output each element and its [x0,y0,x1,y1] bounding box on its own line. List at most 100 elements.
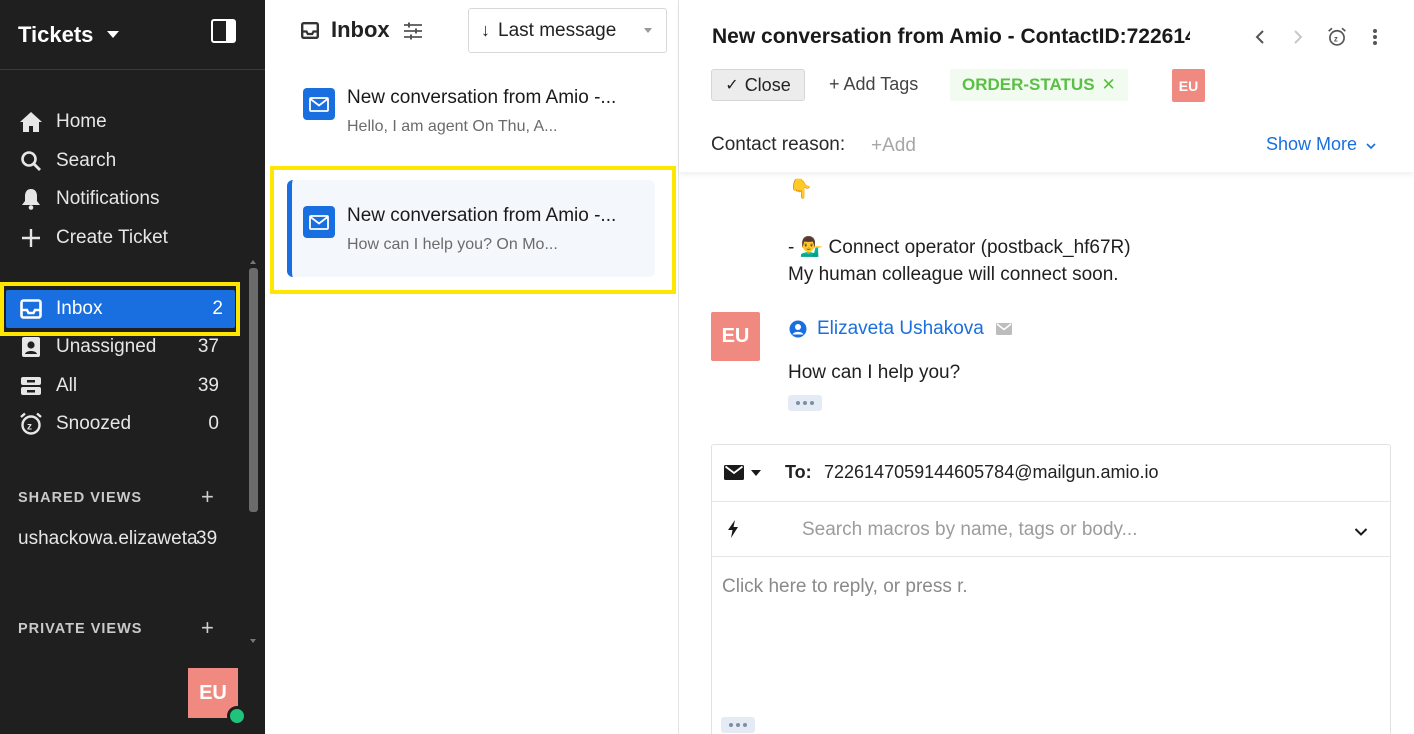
contact-reason-add[interactable]: +Add [871,135,916,157]
add-tags-button[interactable]: + Add Tags [829,74,918,95]
app: Tickets Home Search Notifications Create… [0,0,1414,734]
view-snoozed-label: Snoozed [56,413,132,435]
to-field[interactable]: 7226147059144605784@mailgun.amio.io [824,462,1159,483]
tag-label: ORDER-STATUS [962,75,1095,94]
reply-editor[interactable]: Click here to reply, or press r. [722,576,968,598]
ticket-detail: New conversation from Amio - ContactID:7… [679,0,1414,734]
home-icon [18,111,44,133]
to-label: To: [785,462,812,482]
nav-search-label: Search [56,149,117,171]
sidebar-scrollbar[interactable] [249,268,258,512]
view-snoozed[interactable]: z Snoozed 0 [0,405,265,444]
svg-text:z: z [1334,34,1338,43]
view-all[interactable]: All 39 [0,367,265,406]
macro-search-input[interactable]: Search macros by name, tags or body... [802,519,1137,541]
chevron-down-icon[interactable] [1354,524,1368,542]
svg-text:z: z [27,422,32,433]
ticket-header: New conversation from Amio - ContactID:7… [679,0,1414,172]
search-icon [18,150,44,172]
contact-card-icon [18,336,44,358]
view-inbox-count: 2 [212,298,223,319]
ticket-list: Inbox ↓ Last message New conversation fr… [265,0,679,734]
lightning-icon [727,520,739,543]
add-tags-label: Add Tags [843,74,919,94]
message-body: How can I help you? [788,362,961,383]
ticket-preview: Hello, I am agent On Thu, A... [347,118,558,135]
nav-notifications-label: Notifications [56,188,160,210]
ticket-preview: How can I help you? On Mo... [347,236,558,253]
agent-avatar: EU [711,312,760,361]
nav-home-label: Home [56,111,107,133]
plus-icon [18,227,44,249]
scroll-up-arrow[interactable] [250,260,256,264]
filter-sliders-icon[interactable] [403,22,423,45]
bell-icon [18,188,44,211]
message-author[interactable]: Elizaveta Ushakova [789,318,1012,340]
private-views-label: PRIVATE VIEWS [18,621,143,637]
message-line: - 💁‍♂️ Connect operator (postback_hf67R) [788,237,1131,258]
email-icon [303,206,335,238]
show-more-link[interactable]: Show More [1266,134,1376,155]
ticket-subject[interactable]: New conversation from Amio - ContactID:7… [712,25,1190,49]
shared-views-label: SHARED VIEWS [18,490,142,506]
check-icon: ✓ [725,77,739,94]
list-title: Inbox [331,17,390,42]
add-private-view-icon[interactable]: + [201,617,214,639]
chevron-down-icon [644,28,652,33]
next-ticket-icon[interactable] [1287,26,1309,48]
arrow-down-icon: ↓ [481,20,490,40]
view-unassigned[interactable]: Unassigned 37 [0,328,265,367]
contact-reason-label: Contact reason: [711,134,846,155]
inbox-icon [18,298,44,320]
inbox-icon [301,22,320,44]
chevron-down-icon [1366,143,1376,150]
email-icon [303,88,335,120]
message-emoji: 👇 [789,179,813,200]
sort-dropdown[interactable]: ↓ Last message [468,8,667,53]
close-ticket-button[interactable]: ✓ Close [711,69,805,101]
message-line: My human colleague will connect soon. [788,264,1119,285]
view-inbox[interactable]: Inbox 2 [6,290,235,328]
expand-quote-button[interactable] [788,395,822,411]
recipient-row: To: 7226147059144605784@mailgun.amio.io [712,445,1390,502]
nav-create-ticket-label: Create Ticket [56,226,168,248]
reply-composer: To: 7226147059144605784@mailgun.amio.io … [711,444,1391,734]
nav-notifications[interactable]: Notifications [0,180,265,219]
nav-create-ticket[interactable]: Create Ticket [0,219,265,258]
toggle-sidebar-icon[interactable] [211,19,236,43]
expand-quote-button[interactable] [721,717,755,733]
alarm-clock-icon: z [18,412,44,435]
ticket-item-selected[interactable]: New conversation from Amio -... How can … [287,180,655,277]
tag-chip[interactable]: ORDER-STATUS ✕ [950,69,1128,101]
view-snoozed-count: 0 [208,413,219,435]
chevron-down-icon[interactable] [107,31,120,38]
nav-search[interactable]: Search [0,142,265,181]
list-header: Inbox ↓ Last message [265,0,678,62]
shared-view-count: 39 [196,528,218,549]
email-channel-icon[interactable] [724,465,744,485]
shared-view-label[interactable]: ushackowa.elizaweta [18,528,220,550]
add-shared-view-icon[interactable]: + [201,486,214,508]
user-circle-icon [789,320,807,338]
macro-row: Search macros by name, tags or body... [712,502,1390,557]
nav-home[interactable]: Home [0,103,265,142]
assignee-avatar[interactable]: EU [1172,69,1205,102]
view-unassigned-label: Unassigned [56,336,157,358]
ticket-item[interactable]: New conversation from Amio -... Hello, I… [287,62,655,154]
email-icon [995,323,1012,335]
snooze-icon[interactable]: z [1326,26,1348,48]
previous-ticket-icon[interactable] [1249,26,1271,48]
view-unassigned-count: 37 [197,336,219,358]
show-more-label: Show More [1266,134,1358,154]
more-options-icon[interactable] [1364,26,1386,48]
sort-label: Last message [498,19,617,41]
plus-icon: + [829,74,844,94]
main-nav: Home Search Notifications Create Ticket [0,103,265,257]
remove-tag-icon[interactable]: ✕ [1102,75,1116,95]
chevron-down-icon[interactable] [751,470,761,476]
view-inbox-label: Inbox [56,298,103,319]
ticket-title: New conversation from Amio -... [347,205,617,226]
ticket-title: New conversation from Amio -... [347,87,617,108]
close-button-label: Close [744,74,791,95]
scroll-down-arrow[interactable] [250,639,256,643]
